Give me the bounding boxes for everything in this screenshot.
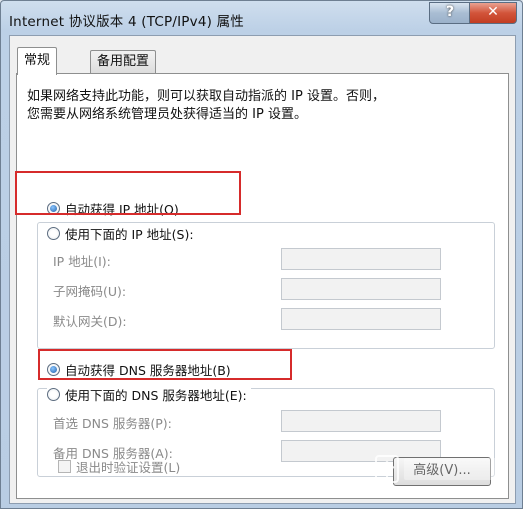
subnet-mask-label: 子网掩码(U): xyxy=(53,284,127,299)
general-panel: 如果网络支持此功能，则可以获取自动指派的 IP 设置。否则， 您需要从网络系统管… xyxy=(15,73,509,499)
intro-line-2: 您需要从网络系统管理员处获得适当的 IP 设置。 xyxy=(27,107,307,122)
validate-on-exit-checkbox[interactable]: 退出时验证设置(L) xyxy=(58,457,180,476)
title-bar[interactable]: Internet 协议版本 4 (TCP/IPv4) 属性 ? ✕ xyxy=(1,1,522,35)
radio-unselected-icon xyxy=(47,227,60,240)
preferred-dns-input[interactable] xyxy=(281,410,441,432)
highlight-auto-dns xyxy=(38,349,292,380)
preferred-dns-label: 首选 DNS 服务器(P): xyxy=(53,416,172,431)
radio-manual-ip[interactable]: 使用下面的 IP 地址(S): xyxy=(47,224,198,243)
ip-address-label: IP 地址(I): xyxy=(53,254,111,269)
intro-line-1: 如果网络支持此功能，则可以获取自动指派的 IP 设置。否则， xyxy=(27,89,385,104)
intro-text: 如果网络支持此功能，则可以获取自动指派的 IP 设置。否则， 您需要从网络系统管… xyxy=(27,88,487,124)
tab-general[interactable]: 常规 xyxy=(17,47,58,75)
checkbox-icon xyxy=(58,460,71,473)
validate-on-exit-label: 退出时验证设置(L) xyxy=(76,460,181,475)
highlight-auto-ip xyxy=(15,171,241,215)
radio-manual-dns-label: 使用下面的 DNS 服务器地址(E): xyxy=(65,388,247,403)
help-button[interactable]: ? xyxy=(429,2,471,24)
subnet-mask-input[interactable] xyxy=(281,278,441,300)
tab-alternate-config[interactable]: 备用配置 xyxy=(90,50,157,74)
radio-manual-ip-label: 使用下面的 IP 地址(S): xyxy=(65,227,194,242)
dialog-window: Internet 协议版本 4 (TCP/IPv4) 属性 ? ✕ 常规 备用配… xyxy=(0,0,523,509)
default-gateway-label: 默认网关(D): xyxy=(53,314,127,329)
default-gateway-input[interactable] xyxy=(281,308,441,330)
radio-manual-dns[interactable]: 使用下面的 DNS 服务器地址(E): xyxy=(47,385,251,404)
window-title: Internet 协议版本 4 (TCP/IPv4) 属性 xyxy=(9,14,244,30)
advanced-button[interactable]: 高级(V)... xyxy=(393,457,491,486)
radio-unselected-icon xyxy=(47,388,60,401)
ip-address-input[interactable] xyxy=(281,248,441,270)
close-button[interactable]: ✕ xyxy=(469,2,517,24)
dialog-client: 常规 备用配置 如果网络支持此功能，则可以获取自动指派的 IP 设置。否则， 您… xyxy=(9,35,516,504)
